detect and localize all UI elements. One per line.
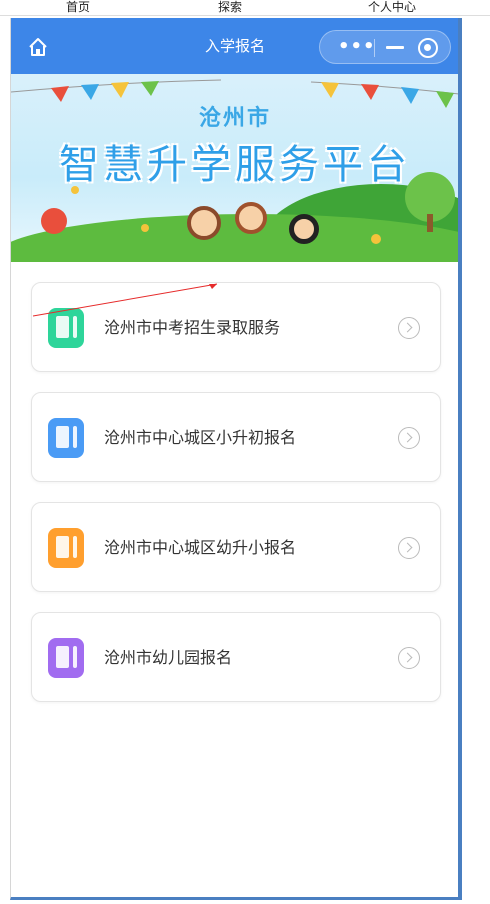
capsule-divider: [374, 39, 375, 57]
minimize-icon[interactable]: [386, 46, 404, 49]
nav-home[interactable]: 首页: [66, 0, 90, 15]
confetti-icon: [141, 224, 149, 232]
service-card[interactable]: 沧州市幼儿园报名: [31, 612, 441, 702]
annotation-arrow-icon: [32, 283, 218, 317]
child-figure-icon: [187, 206, 221, 240]
service-list: 沧州市中考招生录取服务 沧州市中心城区小升初报名 沧州市中心城区幼升小报名 沧州…: [31, 282, 441, 722]
capsule-menu: •••: [319, 30, 451, 64]
browser-top-nav: 首页 探索 个人中心: [0, 0, 490, 16]
more-icon[interactable]: •••: [338, 36, 376, 57]
app-header: 入学报名 •••: [11, 18, 458, 74]
kindergarten-icon: [48, 638, 84, 678]
service-label: 沧州市中心城区小升初报名: [104, 428, 297, 447]
confetti-icon: [71, 186, 79, 194]
mini-program-window: 入学报名 ••• 沧州市 智慧升学服务平台 沧州市中考招生录取服务 沧州市中心城…: [10, 18, 462, 900]
service-label: 沧州市幼儿园报名: [104, 648, 233, 667]
tree-trunk: [427, 214, 433, 232]
close-target-icon[interactable]: [418, 38, 438, 58]
primary-school-icon: [48, 528, 84, 568]
child-figure-icon: [289, 214, 319, 244]
chevron-right-icon[interactable]: [398, 427, 420, 449]
child-figure-icon: [235, 202, 267, 234]
service-card[interactable]: 沧州市中心城区小升初报名: [31, 392, 441, 482]
banner: 沧州市 智慧升学服务平台: [11, 74, 458, 262]
chevron-right-icon[interactable]: [398, 647, 420, 669]
balloon-icon: [41, 208, 67, 234]
confetti-icon: [371, 234, 381, 244]
chevron-right-icon[interactable]: [398, 317, 420, 339]
banner-slogan: 智慧升学服务平台: [59, 142, 411, 188]
middle-school-icon: [48, 418, 84, 458]
nav-explore[interactable]: 探索: [218, 0, 242, 15]
service-label: 沧州市中心城区幼升小报名: [104, 538, 297, 557]
chevron-right-icon[interactable]: [398, 537, 420, 559]
nav-profile[interactable]: 个人中心: [368, 0, 416, 15]
banner-city: 沧州市: [198, 106, 271, 131]
service-card[interactable]: 沧州市中心城区幼升小报名: [31, 502, 441, 592]
screen: 首页 探索 个人中心 入学报名 ••• 沧州市 智慧升学服务平台 沧州市中考招生…: [0, 0, 490, 904]
